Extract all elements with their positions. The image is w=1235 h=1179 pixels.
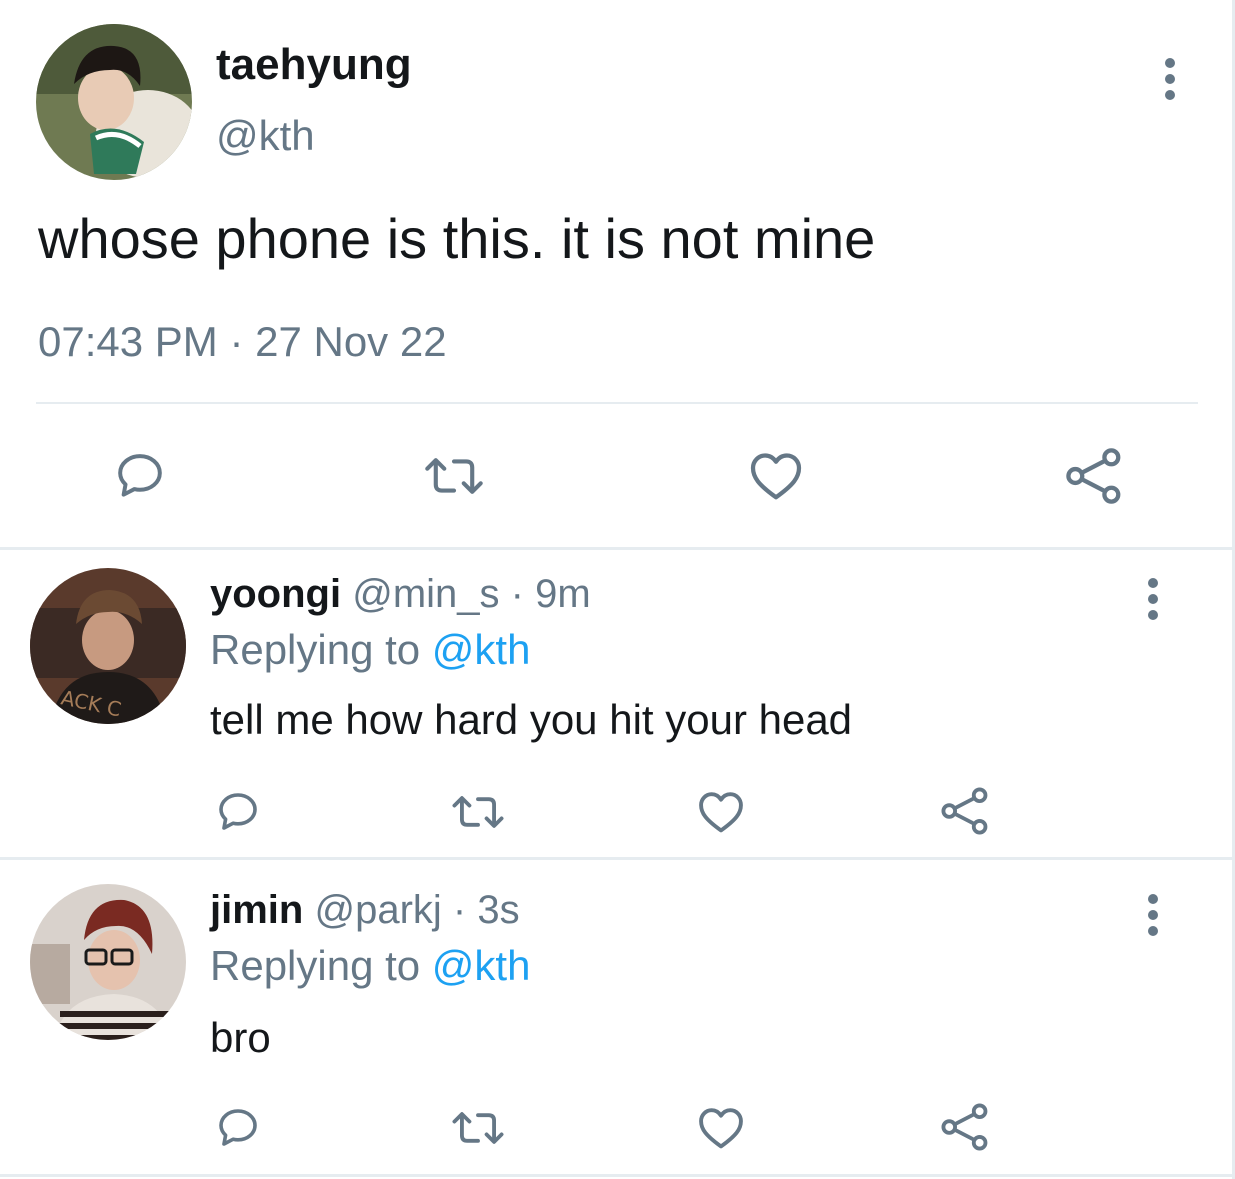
reply-icon bbox=[118, 454, 162, 497]
like-icon bbox=[699, 792, 743, 833]
separator bbox=[0, 1174, 1232, 1177]
replying-to: Replying to @kth bbox=[210, 942, 530, 990]
reply-time[interactable]: 3s bbox=[477, 888, 519, 932]
user-avatar-icon: ACK C bbox=[30, 568, 186, 724]
reply-header: jimin @parkj · 3s bbox=[210, 888, 520, 933]
reply-time[interactable]: 9m bbox=[535, 572, 591, 616]
share-icon bbox=[1066, 448, 1121, 504]
main-tweet: taehyung @kth whose phone is this. it is… bbox=[0, 0, 1232, 548]
reply-text: bro bbox=[210, 1014, 271, 1061]
divider bbox=[36, 402, 1198, 404]
retweet-button[interactable] bbox=[448, 1102, 508, 1154]
replying-to: Replying to @kth bbox=[210, 626, 530, 674]
separator bbox=[0, 857, 1232, 860]
main-tweet-timestamp[interactable]: 07:43 PM · 27 Nov 22 bbox=[38, 318, 447, 366]
reply-header: yoongi @min_s · 9m bbox=[210, 572, 591, 617]
more-vertical-icon[interactable] bbox=[1162, 58, 1178, 100]
replying-label: Replying to bbox=[210, 626, 421, 673]
user-avatar-icon bbox=[36, 24, 192, 180]
share-button[interactable] bbox=[938, 784, 992, 838]
reply-button[interactable] bbox=[214, 1104, 262, 1152]
retweet-icon bbox=[452, 1112, 504, 1144]
reply-icon bbox=[219, 793, 257, 830]
reply-author-avatar[interactable] bbox=[30, 884, 186, 1040]
like-icon bbox=[699, 1108, 743, 1149]
share-button[interactable] bbox=[1062, 444, 1126, 508]
reply-author-avatar[interactable]: ACK C bbox=[30, 568, 186, 724]
retweet-icon bbox=[425, 458, 483, 494]
reply-button[interactable] bbox=[214, 788, 262, 836]
main-author-name[interactable]: taehyung bbox=[216, 40, 412, 90]
meta-separator: · bbox=[510, 572, 524, 616]
user-avatar-icon bbox=[30, 884, 186, 1040]
reply-author-name[interactable]: jimin bbox=[210, 888, 303, 932]
share-icon bbox=[941, 787, 988, 835]
like-button[interactable] bbox=[746, 446, 806, 506]
main-tweet-text: whose phone is this. it is not mine bbox=[38, 207, 876, 270]
like-button[interactable] bbox=[695, 1102, 747, 1154]
more-vertical-icon[interactable] bbox=[1145, 894, 1161, 936]
main-author-avatar[interactable] bbox=[36, 24, 192, 180]
tweet-thread: taehyung @kth whose phone is this. it is… bbox=[0, 0, 1235, 1179]
like-button[interactable] bbox=[695, 786, 747, 838]
more-vertical-icon[interactable] bbox=[1145, 578, 1161, 620]
retweet-button[interactable] bbox=[448, 786, 508, 838]
replying-label: Replying to bbox=[210, 942, 421, 989]
reply-icon bbox=[219, 1109, 257, 1146]
main-author-handle[interactable]: @kth bbox=[216, 112, 315, 160]
reply-text: tell me how hard you hit your head bbox=[210, 696, 853, 743]
share-button[interactable] bbox=[938, 1100, 992, 1154]
separator bbox=[0, 547, 1232, 550]
replying-mention-link[interactable]: @kth bbox=[432, 942, 531, 989]
reply-author-handle[interactable]: @min_s bbox=[352, 572, 499, 616]
like-icon bbox=[750, 453, 802, 500]
meta-separator: · bbox=[452, 888, 467, 932]
retweet-button[interactable] bbox=[420, 446, 488, 506]
replying-mention-link[interactable]: @kth bbox=[432, 626, 531, 673]
reply-button[interactable] bbox=[112, 448, 168, 504]
retweet-icon bbox=[452, 796, 504, 828]
share-icon bbox=[941, 1103, 988, 1151]
reply-author-name[interactable]: yoongi bbox=[210, 572, 341, 616]
reply-author-handle[interactable]: @parkj bbox=[314, 888, 441, 932]
